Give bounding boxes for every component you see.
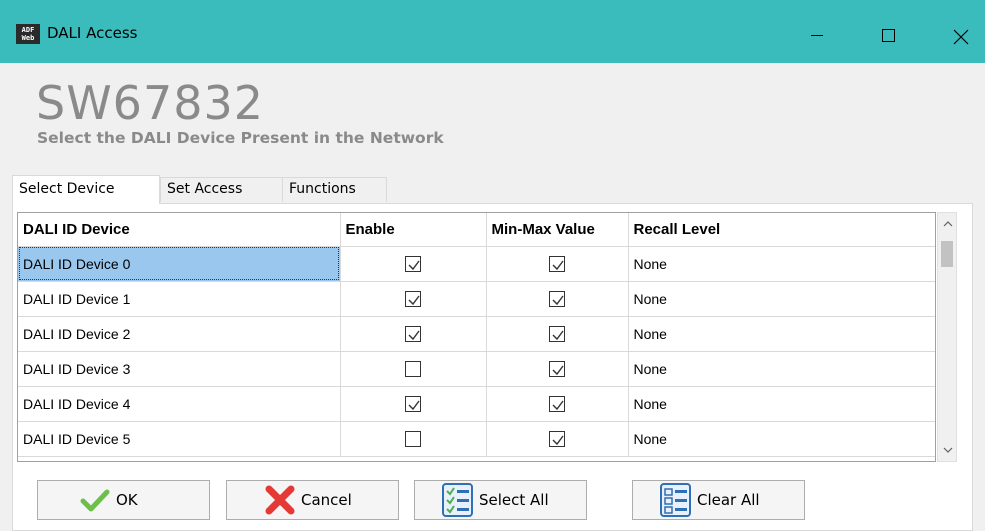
enable-checkbox[interactable] <box>405 361 421 378</box>
close-button[interactable] <box>938 14 984 54</box>
device-name-cell[interactable]: DALI ID Device 2 <box>18 316 341 352</box>
column-header-recall[interactable]: Recall Level <box>628 213 935 247</box>
product-code-title: SW67832 <box>36 76 265 130</box>
enable-cell <box>340 421 487 457</box>
enable-checkbox[interactable] <box>405 396 421 413</box>
scrollbar-thumb[interactable] <box>941 241 953 267</box>
minmax-cell <box>486 281 629 317</box>
recall-level-cell[interactable]: None <box>628 246 935 282</box>
scroll-up-icon <box>943 221 953 227</box>
minmax-cell <box>486 421 629 457</box>
list-icon <box>659 483 693 517</box>
minmax-checkbox[interactable] <box>549 256 565 273</box>
select-all-button[interactable]: Select All <box>414 480 587 520</box>
tab-functions[interactable]: Functions <box>282 177 387 202</box>
enable-checkbox[interactable] <box>405 431 421 448</box>
minmax-cell <box>486 386 629 422</box>
vertical-scrollbar[interactable] <box>937 212 957 462</box>
select-all-label: Select All <box>479 491 549 509</box>
enable-cell <box>340 246 487 282</box>
minimize-button[interactable] <box>795 14 841 54</box>
tab-set-access[interactable]: Set Access <box>160 177 283 202</box>
enable-checkbox[interactable] <box>405 256 421 273</box>
enable-cell <box>340 281 487 317</box>
recall-level-cell[interactable]: None <box>628 421 935 457</box>
minmax-checkbox[interactable] <box>549 361 565 378</box>
column-header-device[interactable]: DALI ID Device <box>18 213 341 247</box>
table-row[interactable]: DALI ID Device 0 None <box>18 246 935 282</box>
cancel-label: Cancel <box>301 491 352 509</box>
scroll-down-icon <box>943 447 953 453</box>
minmax-cell <box>486 316 629 352</box>
checklist-icon <box>441 483 475 517</box>
table-row[interactable]: DALI ID Device 4 None <box>18 386 935 422</box>
ok-button[interactable]: OK <box>37 480 210 520</box>
table-row[interactable]: DALI ID Device 2 None <box>18 316 935 352</box>
enable-cell <box>340 351 487 387</box>
check-icon <box>78 483 112 517</box>
column-header-minmax[interactable]: Min-Max Value <box>486 213 629 247</box>
close-icon <box>953 29 969 45</box>
recall-level-cell[interactable]: None <box>628 281 935 317</box>
title-bar: ADF Web DALI Access <box>0 0 985 63</box>
enable-cell <box>340 316 487 352</box>
minmax-cell <box>486 246 629 282</box>
adfweb-logo-icon: ADF Web <box>16 24 40 44</box>
cancel-button[interactable]: Cancel <box>226 480 399 520</box>
device-name-cell[interactable]: DALI ID Device 3 <box>18 351 341 387</box>
grid-header-row: DALI ID Device Enable Min-Max Value Reca… <box>18 213 935 247</box>
recall-level-cell[interactable]: None <box>628 351 935 387</box>
device-name-cell[interactable]: DALI ID Device 5 <box>18 421 341 457</box>
device-name-cell[interactable]: DALI ID Device 0 <box>18 246 341 282</box>
cancel-x-icon <box>263 483 297 517</box>
ok-label: OK <box>116 491 138 509</box>
enable-checkbox[interactable] <box>405 326 421 343</box>
device-grid: DALI ID Device Enable Min-Max Value Reca… <box>17 212 936 462</box>
minmax-checkbox[interactable] <box>549 431 565 448</box>
tab-select-device[interactable]: Select Device <box>12 175 160 204</box>
minmax-checkbox[interactable] <box>549 326 565 343</box>
table-row[interactable]: DALI ID Device 3 None <box>18 351 935 387</box>
window-title: DALI Access <box>47 24 138 42</box>
table-row[interactable]: DALI ID Device 1 None <box>18 281 935 317</box>
page-subtitle: Select the DALI Device Present in the Ne… <box>37 129 444 147</box>
enable-checkbox[interactable] <box>405 291 421 308</box>
table-row[interactable]: DALI ID Device 5 None <box>18 421 935 457</box>
minmax-checkbox[interactable] <box>549 396 565 413</box>
minmax-checkbox[interactable] <box>549 291 565 308</box>
clear-all-button[interactable]: Clear All <box>632 480 805 520</box>
recall-level-cell[interactable]: None <box>628 316 935 352</box>
window-content: SW67832 Select the DALI Device Present i… <box>0 63 985 531</box>
enable-cell <box>340 386 487 422</box>
maximize-button[interactable] <box>866 14 912 54</box>
column-header-enable[interactable]: Enable <box>340 213 487 247</box>
device-name-cell[interactable]: DALI ID Device 4 <box>18 386 341 422</box>
recall-level-cell[interactable]: None <box>628 386 935 422</box>
clear-all-label: Clear All <box>697 491 760 509</box>
minmax-cell <box>486 351 629 387</box>
device-name-cell[interactable]: DALI ID Device 1 <box>18 281 341 317</box>
